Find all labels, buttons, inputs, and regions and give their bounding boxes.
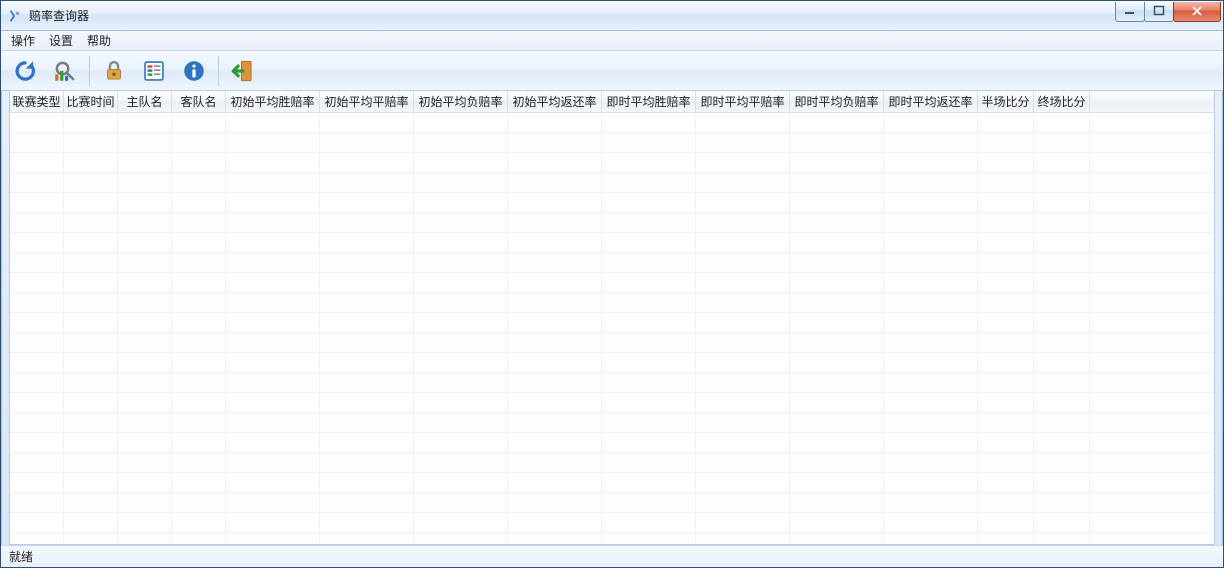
data-grid[interactable]: 联赛类型比赛时间主队名客队名初始平均胜赔率初始平均平赔率初始平均负赔率初始平均返…: [9, 91, 1215, 545]
table-row: [10, 193, 1214, 213]
toolbar-separator: [218, 56, 219, 86]
table-row: [10, 533, 1214, 544]
lock-icon: [101, 58, 127, 84]
toolbar-search-button[interactable]: [47, 54, 83, 88]
table-row: [10, 313, 1214, 333]
menu-operate[interactable]: 操作: [5, 30, 41, 51]
toolbar-refresh-button[interactable]: [7, 54, 43, 88]
toolbar: [1, 51, 1223, 91]
table-row: [10, 473, 1214, 493]
table-row: [10, 333, 1214, 353]
table-row: [10, 393, 1214, 413]
column-header[interactable]: 初始平均胜赔率: [226, 91, 320, 112]
table-row: [10, 253, 1214, 273]
window-controls: [1116, 2, 1221, 22]
toolbar-info-button[interactable]: [176, 54, 212, 88]
exit-icon: [230, 58, 256, 84]
list-icon: [141, 58, 167, 84]
column-header[interactable]: 半场比分: [978, 91, 1034, 112]
column-header[interactable]: 客队名: [172, 91, 226, 112]
menu-help[interactable]: 帮助: [81, 30, 117, 51]
table-row: [10, 133, 1214, 153]
table-row: [10, 233, 1214, 253]
table-row: [10, 353, 1214, 373]
column-header[interactable]: 终场比分: [1034, 91, 1090, 112]
grid-header: 联赛类型比赛时间主队名客队名初始平均胜赔率初始平均平赔率初始平均负赔率初始平均返…: [10, 91, 1214, 113]
column-header[interactable]: 初始平均返还率: [508, 91, 602, 112]
column-header[interactable]: 比赛时间: [64, 91, 118, 112]
table-row: [10, 453, 1214, 473]
table-row: [10, 273, 1214, 293]
column-header[interactable]: 即时平均胜赔率: [602, 91, 696, 112]
close-icon: [1190, 5, 1204, 17]
table-row: [10, 153, 1214, 173]
window-title: 赔率查询器: [29, 7, 89, 24]
column-header[interactable]: 即时平均平赔率: [696, 91, 790, 112]
minimize-icon: [1124, 5, 1136, 17]
statusbar: 就绪: [1, 545, 1223, 567]
close-button[interactable]: [1173, 2, 1221, 22]
info-icon: [181, 58, 207, 84]
column-header[interactable]: 联赛类型: [10, 91, 64, 112]
toolbar-lock-button[interactable]: [96, 54, 132, 88]
app-icon: [7, 8, 23, 24]
grid-body: [10, 113, 1214, 544]
menubar: 操作 设置 帮助: [1, 31, 1223, 51]
status-text: 就绪: [9, 548, 33, 565]
table-row: [10, 493, 1214, 513]
refresh-icon: [12, 58, 38, 84]
menu-settings[interactable]: 设置: [43, 30, 79, 51]
maximize-button[interactable]: [1144, 2, 1174, 22]
column-header[interactable]: 初始平均平赔率: [320, 91, 414, 112]
app-window: 赔率查询器 操作 设置 帮助: [0, 0, 1224, 568]
maximize-icon: [1153, 5, 1165, 17]
minimize-button[interactable]: [1115, 2, 1145, 22]
column-header[interactable]: 即时平均返还率: [884, 91, 978, 112]
table-row: [10, 173, 1214, 193]
table-row: [10, 513, 1214, 533]
table-row: [10, 293, 1214, 313]
toolbar-separator: [89, 56, 90, 86]
column-header[interactable]: 即时平均负赔率: [790, 91, 884, 112]
table-row: [10, 373, 1214, 393]
column-header[interactable]: 主队名: [118, 91, 172, 112]
toolbar-exit-button[interactable]: [225, 54, 261, 88]
table-row: [10, 413, 1214, 433]
table-row: [10, 113, 1214, 133]
toolbar-list-button[interactable]: [136, 54, 172, 88]
column-header[interactable]: 初始平均负赔率: [414, 91, 508, 112]
titlebar: 赔率查询器: [1, 1, 1223, 31]
search-icon: [52, 58, 78, 84]
table-row: [10, 213, 1214, 233]
table-row: [10, 433, 1214, 453]
